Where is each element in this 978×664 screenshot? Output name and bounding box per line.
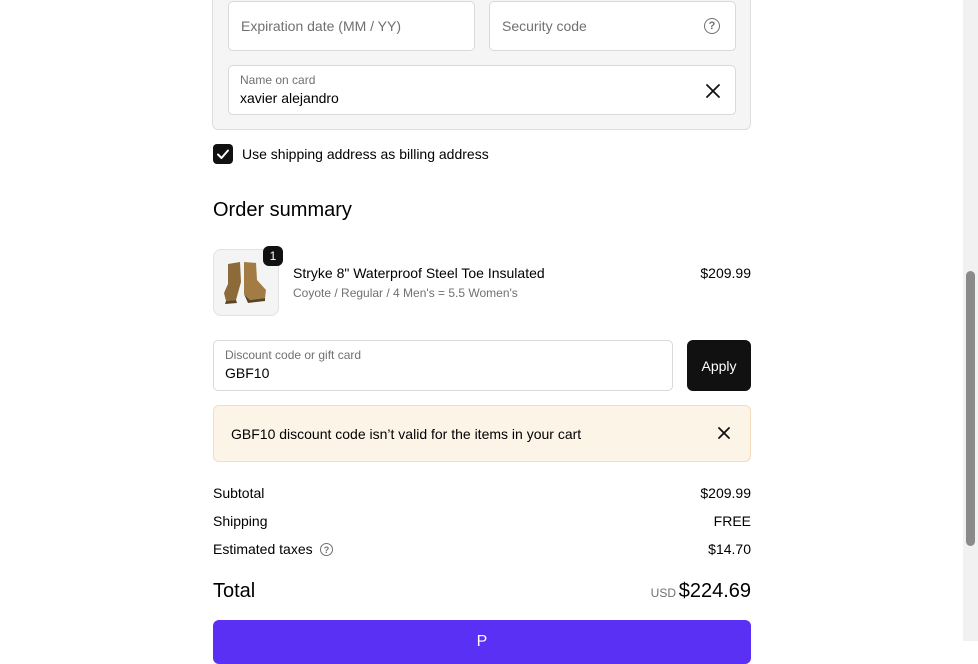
product-price: $209.99 bbox=[700, 265, 751, 281]
discount-code-field[interactable]: Discount code or gift card GBF10 bbox=[213, 340, 673, 391]
security-placeholder: Security code bbox=[502, 18, 587, 34]
shipping-value: FREE bbox=[713, 513, 751, 529]
discount-code-value: GBF10 bbox=[225, 365, 270, 381]
security-code-field[interactable]: Security code ? bbox=[489, 1, 736, 51]
billing-checkbox-label[interactable]: Use shipping address as billing address bbox=[242, 146, 489, 162]
total-label: Total bbox=[213, 580, 256, 602]
total-value: $224.69 bbox=[678, 580, 751, 602]
quantity-badge: 1 bbox=[263, 246, 283, 266]
currency-code: USD bbox=[650, 586, 676, 600]
name-on-card-field[interactable]: Name on card xavier alejandro bbox=[228, 65, 736, 115]
discount-code-label: Discount code or gift card bbox=[225, 348, 362, 362]
pay-now-button[interactable]: P bbox=[213, 620, 751, 664]
product-variant: Coyote / Regular / 4 Men's = 5.5 Women's bbox=[293, 286, 518, 300]
expiration-placeholder: Expiration date (MM / YY) bbox=[241, 18, 402, 34]
taxes-value: $14.70 bbox=[708, 541, 751, 557]
apply-button[interactable]: Apply bbox=[687, 340, 751, 391]
help-icon[interactable]: ? bbox=[704, 18, 720, 34]
discount-error-message: GBF10 discount code isn’t valid for the … bbox=[231, 426, 582, 442]
taxes-label: Estimated taxes bbox=[213, 541, 313, 557]
close-icon[interactable] bbox=[716, 424, 732, 442]
checkmark-icon bbox=[217, 149, 229, 159]
card-details-panel: Expiration date (MM / YY) Security code … bbox=[212, 0, 751, 130]
discount-error-banner: GBF10 discount code isn’t valid for the … bbox=[213, 405, 751, 462]
order-summary-title: Order summary bbox=[213, 199, 352, 221]
subtotal-label: Subtotal bbox=[213, 485, 265, 501]
name-on-card-label: Name on card bbox=[240, 73, 316, 87]
name-on-card-value: xavier alejandro bbox=[240, 90, 339, 106]
taxes-help-icon[interactable]: ? bbox=[320, 543, 333, 556]
expiration-date-field[interactable]: Expiration date (MM / YY) bbox=[228, 1, 475, 51]
product-name: Stryke 8" Waterproof Steel Toe Insulated bbox=[293, 265, 545, 281]
shipping-label: Shipping bbox=[213, 513, 268, 529]
subtotal-value: $209.99 bbox=[700, 485, 751, 501]
scrollbar-thumb[interactable] bbox=[966, 271, 975, 546]
billing-checkbox[interactable] bbox=[213, 144, 233, 164]
clear-icon[interactable] bbox=[705, 83, 721, 99]
